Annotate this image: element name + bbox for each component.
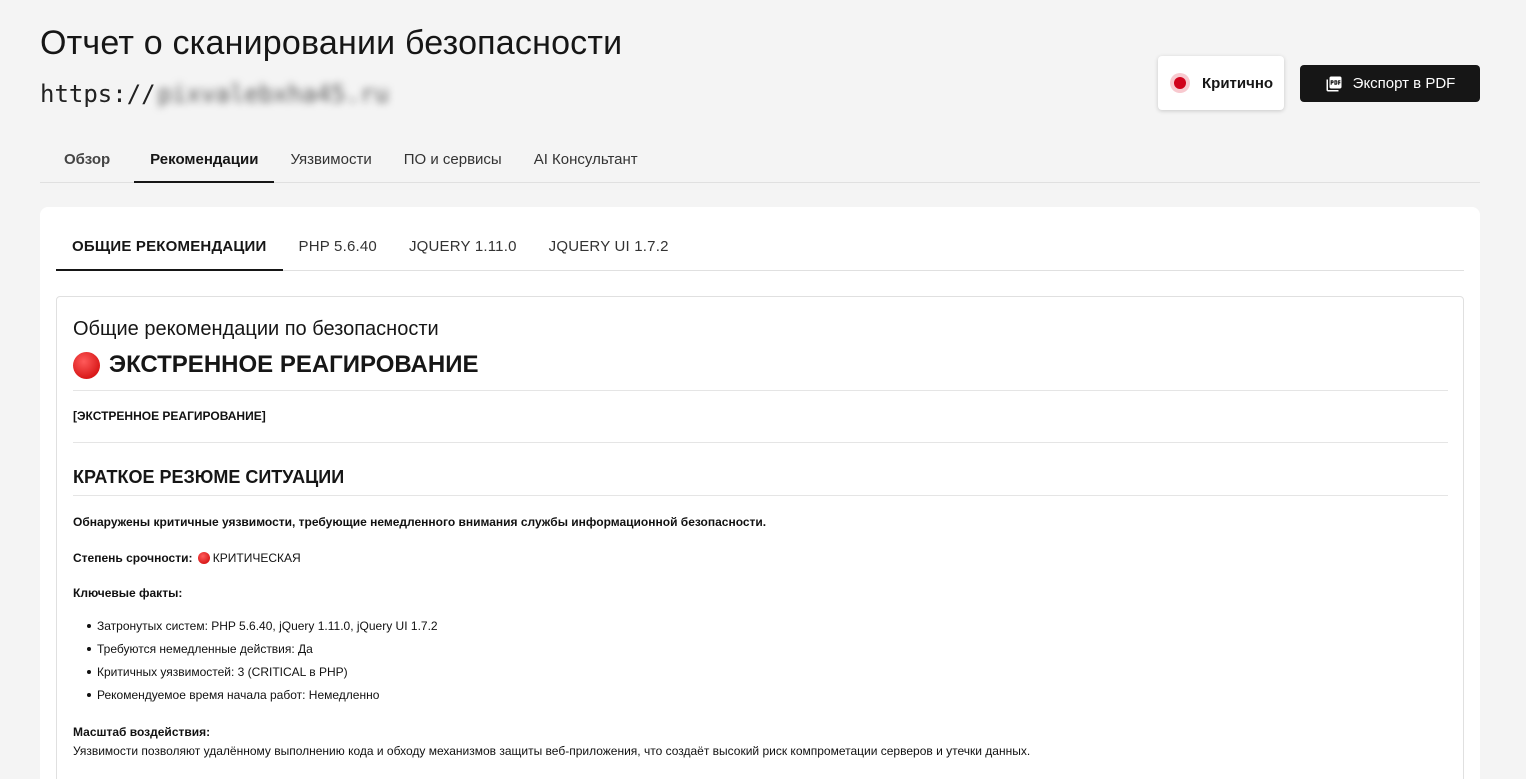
severity-label: Критично: [1202, 74, 1274, 92]
severity-badge: Критично: [1158, 56, 1284, 110]
list-item: Критичных уязвимостей: 3 (CRITICAL в PHP…: [73, 665, 438, 688]
list-item: Требуются немедленные действия: Да: [73, 642, 438, 665]
red-circle-icon: [197, 552, 210, 564]
summary-heading: КРАТКОЕ РЕЗЮМЕ СИТУАЦИИ: [73, 467, 1448, 496]
emergency-heading-text: ЭКСТРЕННОЕ РЕАГИРОВАНИЕ: [109, 351, 479, 378]
recommendations-title: Общие рекомендации по безопасности: [73, 318, 439, 340]
impact-text: Уязвимости позволяют удалённому выполнен…: [73, 744, 1031, 758]
emergency-heading: ЭКСТРЕННОЕ РЕАГИРОВАНИЕ: [73, 351, 1448, 391]
urgency-line: Степень срочности: КРИТИЧЕСКАЯ: [73, 551, 301, 565]
tab-recommendations[interactable]: Рекомендации: [134, 136, 275, 183]
urgency-value: КРИТИЧЕСКАЯ: [212, 551, 301, 565]
subtab-jquery-ui[interactable]: JQUERY UI 1.7.2: [533, 223, 685, 270]
pdf-icon: [1326, 76, 1342, 91]
subtab-jquery[interactable]: JQUERY 1.11.0: [393, 223, 533, 270]
subtab-php[interactable]: PHP 5.6.40: [283, 223, 393, 270]
tab-overview[interactable]: Обзор: [40, 136, 134, 182]
recommendations-panel: Общие рекомендации по безопасности ЭКСТР…: [56, 296, 1464, 779]
critical-dot-icon: [1170, 73, 1190, 93]
divider: [73, 442, 1448, 443]
key-facts-list: Затронутых систем: PHP 5.6.40, jQuery 1.…: [73, 619, 438, 711]
tab-ai-consultant[interactable]: AI Консультант: [518, 136, 654, 182]
sub-tabs: ОБЩИЕ РЕКОМЕНДАЦИИ PHP 5.6.40 JQUERY 1.1…: [56, 223, 1464, 271]
target-url: https:// pixvalebxha45.ru: [40, 80, 420, 108]
summary-lead: Обнаружены критичные уязвимости, требующ…: [73, 515, 767, 529]
subtab-general[interactable]: ОБЩИЕ РЕКОМЕНДАЦИИ: [56, 223, 283, 271]
url-prefix: https://: [40, 80, 156, 108]
export-pdf-label: Экспорт в PDF: [1352, 75, 1456, 92]
key-facts-label: Ключевые факты:: [73, 586, 183, 600]
export-pdf-button[interactable]: Экспорт в PDF: [1300, 65, 1480, 102]
impact-label: Масштаб воздействия:: [73, 725, 211, 739]
urgency-label: Степень срочности:: [73, 551, 193, 565]
tab-vulnerabilities[interactable]: Уязвимости: [274, 136, 387, 182]
red-circle-icon: [73, 352, 100, 379]
url-redacted: pixvalebxha45.ru: [157, 80, 389, 108]
list-item: Затронутых систем: PHP 5.6.40, jQuery 1.…: [73, 619, 438, 642]
recommendations-card: ОБЩИЕ РЕКОМЕНДАЦИИ PHP 5.6.40 JQUERY 1.1…: [40, 207, 1480, 779]
tab-software-services[interactable]: ПО и сервисы: [388, 136, 518, 182]
emergency-tag: [ЭКСТРЕННОЕ РЕАГИРОВАНИЕ]: [73, 409, 266, 423]
page-title: Отчет о сканировании безопасности: [40, 24, 623, 62]
main-tabs: Обзор Рекомендации Уязвимости ПО и серви…: [40, 136, 1480, 183]
list-item: Рекомендуемое время начала работ: Немедл…: [73, 688, 438, 711]
